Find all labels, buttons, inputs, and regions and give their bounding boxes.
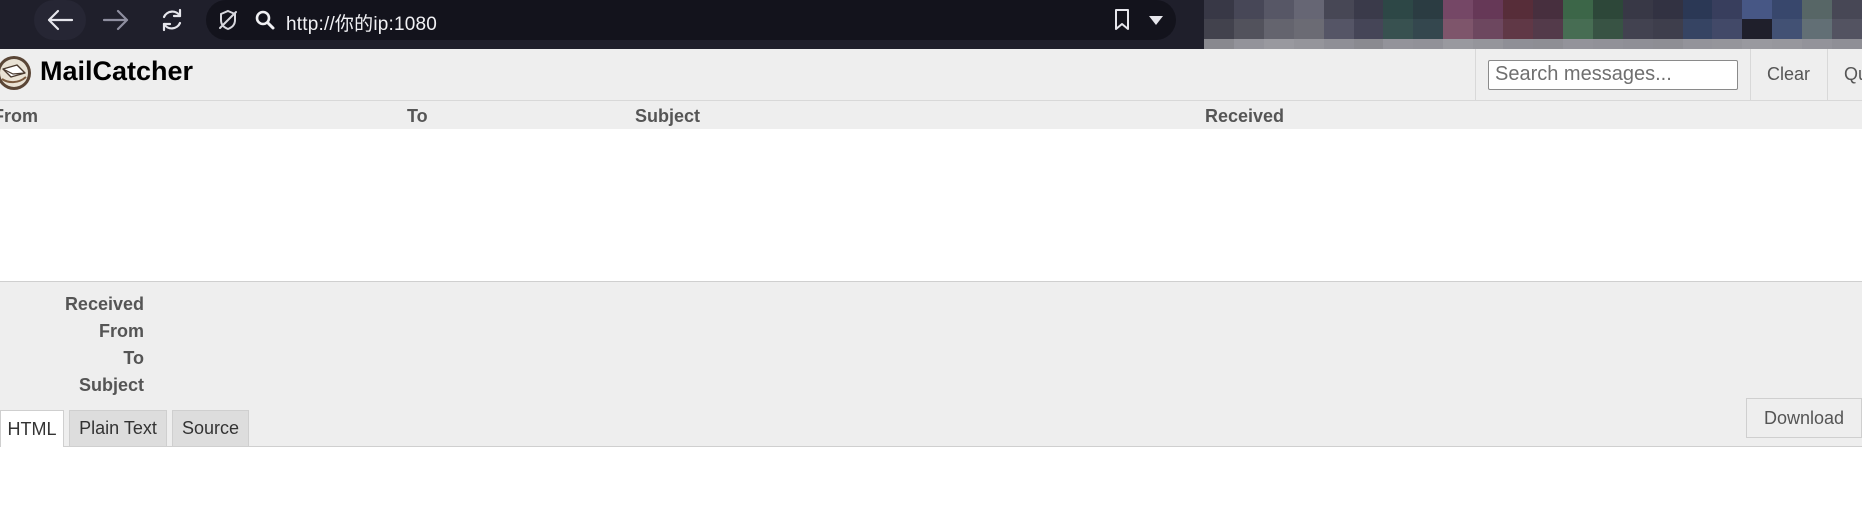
mosaic-tile bbox=[1383, 0, 1414, 20]
dropdown-caret-icon[interactable] bbox=[1148, 14, 1164, 26]
browser-toolbar: http://你的ip:1080 bbox=[0, 0, 1862, 58]
tab-plain-text[interactable]: Plain Text bbox=[69, 410, 167, 446]
back-button[interactable] bbox=[34, 0, 86, 40]
mosaic-tile bbox=[1263, 19, 1294, 39]
label-to: To bbox=[123, 348, 144, 368]
mosaic-tile bbox=[1323, 0, 1354, 20]
mosaic-tile bbox=[1652, 19, 1683, 39]
mosaic-tile bbox=[1712, 0, 1743, 20]
mosaic-tile bbox=[1772, 19, 1803, 39]
mailcatcher-logo-icon bbox=[0, 56, 31, 90]
label-from: From bbox=[99, 321, 144, 341]
mosaic-tile bbox=[1532, 19, 1563, 39]
mosaic-tile bbox=[1473, 19, 1504, 39]
mosaic-tile bbox=[1293, 19, 1324, 39]
mosaic-tile bbox=[1682, 19, 1713, 39]
mosaic-tile bbox=[1622, 19, 1653, 39]
app-title: MailCatcher bbox=[40, 56, 194, 86]
mosaic-tile bbox=[1323, 19, 1354, 39]
search-icon bbox=[255, 10, 275, 30]
mosaic-tile bbox=[1443, 0, 1474, 20]
mosaic-tile bbox=[1503, 19, 1533, 39]
search-cell bbox=[1475, 49, 1750, 100]
mosaic-tile bbox=[1772, 0, 1803, 20]
address-bar[interactable]: http://你的ip:1080 bbox=[206, 0, 1176, 40]
mosaic-tile bbox=[1832, 19, 1862, 39]
mosaic-tile bbox=[1204, 19, 1234, 39]
column-from[interactable]: From bbox=[0, 106, 38, 127]
mosaic-tile bbox=[1652, 0, 1683, 20]
mosaic-tile bbox=[1832, 0, 1862, 20]
mosaic-tile bbox=[1204, 0, 1234, 20]
mosaic-tile bbox=[1802, 0, 1833, 20]
app-header: MailCatcher Clear Quit bbox=[0, 49, 1862, 101]
reload-icon bbox=[162, 8, 182, 32]
mosaic-tile bbox=[1562, 0, 1593, 20]
mosaic-tile bbox=[1592, 0, 1623, 20]
arrow-left-icon bbox=[47, 9, 74, 31]
shield-off-icon[interactable] bbox=[216, 8, 240, 32]
mosaic-tile bbox=[1562, 19, 1593, 39]
header-actions: Clear Quit bbox=[1475, 49, 1862, 100]
message-detail: Received From To Subject HTML Plain Text… bbox=[0, 282, 1862, 447]
mosaic-tile bbox=[1413, 19, 1444, 39]
arrow-right-icon bbox=[102, 9, 129, 31]
mosaic-tile bbox=[1532, 0, 1563, 20]
clear-button[interactable]: Clear bbox=[1750, 49, 1827, 100]
mosaic-tile bbox=[1263, 0, 1294, 20]
label-received: Received bbox=[64, 294, 144, 314]
mosaic-tile bbox=[1742, 0, 1773, 20]
mosaic-tile bbox=[1742, 19, 1772, 38]
url-text[interactable]: http://你的ip:1080 bbox=[286, 9, 437, 36]
search-messages-input[interactable] bbox=[1488, 59, 1738, 90]
column-subject[interactable]: Subject bbox=[635, 106, 700, 127]
mosaic-tile bbox=[1293, 0, 1324, 20]
reload-button[interactable] bbox=[146, 0, 198, 40]
message-body-pane bbox=[0, 447, 1862, 512]
label-subject: Subject bbox=[78, 375, 144, 395]
quit-button[interactable]: Quit bbox=[1827, 49, 1862, 100]
mosaic-tile bbox=[1503, 0, 1533, 20]
column-to[interactable]: To bbox=[407, 106, 428, 127]
mosaic-tile bbox=[1233, 0, 1264, 20]
mosaic-tile bbox=[1712, 19, 1743, 39]
mosaic-tile bbox=[1413, 0, 1444, 20]
tab-source[interactable]: Source bbox=[172, 410, 249, 446]
message-list bbox=[0, 129, 1862, 282]
mosaic-tile bbox=[1353, 19, 1384, 39]
bookmark-icon[interactable] bbox=[1112, 8, 1132, 32]
forward-button[interactable] bbox=[90, 0, 142, 40]
download-button[interactable]: Download bbox=[1746, 398, 1862, 438]
mosaic-tile bbox=[1802, 19, 1833, 39]
mosaic-tile bbox=[1622, 0, 1653, 20]
mosaic-tile bbox=[1473, 0, 1504, 20]
tab-html[interactable]: HTML bbox=[0, 410, 64, 447]
mosaic-tile bbox=[1592, 19, 1623, 39]
mosaic-tile bbox=[1682, 0, 1713, 20]
mosaic-tile bbox=[1233, 19, 1264, 39]
column-received[interactable]: Received bbox=[1205, 106, 1284, 127]
mosaic-tile bbox=[1383, 19, 1414, 39]
mosaic-tile bbox=[1353, 0, 1384, 20]
mosaic-tile bbox=[1443, 19, 1474, 39]
message-list-header: From To Subject Received bbox=[0, 101, 1862, 129]
